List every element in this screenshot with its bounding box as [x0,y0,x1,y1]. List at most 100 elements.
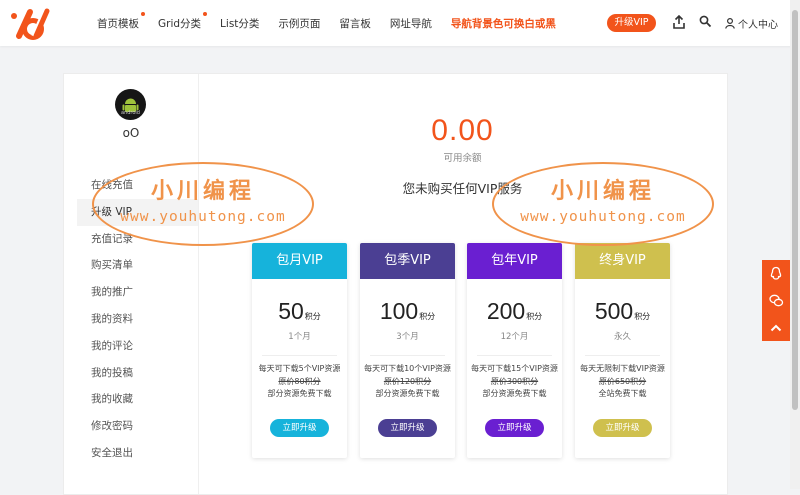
scrollbar-thumb[interactable] [792,10,798,410]
site-logo[interactable] [10,5,54,41]
sidebar-item-10[interactable]: 安全退出 [77,440,198,467]
sidebar-item-9[interactable]: 修改密码 [77,413,198,440]
plan-free-note: 部分资源免费下载 [267,389,332,398]
balance-amount: 0.00 [431,114,494,147]
plan-free-note: 全站免费下载 [598,389,647,398]
upgrade-now-button[interactable]: 立即升级 [485,419,544,437]
sidebar-item-7[interactable]: 我的投稿 [77,360,198,387]
plan-name: 包月VIP [252,243,347,279]
qq-contact-button[interactable] [762,260,790,287]
nav-item-label: 示例页面 [278,17,321,30]
back-to-top-button[interactable] [762,314,790,341]
plan-original-price: 原价650积分 [598,376,647,386]
plan-price-value: 100 [379,298,419,324]
floating-toolbar [762,260,790,341]
plan-original-price: 原价120积分 [383,376,432,386]
nav-item-1[interactable]: Grid分类 [158,11,208,31]
plan-download-limit: 每天可下载5个VIP资源 [258,364,341,373]
nav-item-label: Grid分类 [158,17,202,30]
nav-item-label: 首页模板 [97,17,139,30]
chevron-up-icon [770,324,782,331]
sidebar-item-3[interactable]: 购买清单 [77,252,198,279]
plan-name: 包年VIP [467,243,562,279]
user-center-card: android oO 在线充值 升级 VIP 充值记录 购买清单 我的推广 我的资料 我的评… [63,73,728,495]
qq-icon [770,266,782,280]
user-sidebar: android oO 在线充值 升级 VIP 充值记录 购买清单 我的推广 我的资料 我的评… [64,74,199,494]
main-nav: 首页模板 Grid分类 List分类 示例页面 留言板 网址导航 导航背景色可换白或黑 [97,0,575,46]
no-vip-notice: 您未购买任何VIP服务 [402,181,523,196]
sidebar-menu: 在线充值 升级 VIP 充值记录 购买清单 我的推广 我的资料 我的评论 我的投稿 我的收藏 修改… [77,172,198,467]
sidebar-item-1[interactable]: 升级 VIP [77,198,198,226]
plan-download-limit: 每天可下载10个VIP资源 [364,364,451,373]
wechat-contact-button[interactable] [762,287,790,314]
nav-item-label: 导航背景色可换白或黑 [450,17,556,30]
plan-free-note: 部分资源免费下载 [375,389,440,398]
plan-period: 永久 [613,332,631,342]
page-scrollbar[interactable] [790,0,800,489]
vip-plan-card: 包季VIP 100积分 3个月 每天可下载10个VIP资源 原价120积分 部分资源免费下… [360,243,455,458]
sidebar-item-5[interactable]: 我的资料 [77,306,198,333]
avatar[interactable]: android [115,89,146,120]
plan-name: 终身VIP [575,243,670,279]
upgrade-now-button[interactable]: 立即升级 [593,419,652,437]
sidebar-item-6[interactable]: 我的评论 [77,333,198,360]
plan-period: 3个月 [396,332,419,342]
plan-price-value: 200 [486,298,526,324]
nav-item-4[interactable]: 留言板 [339,16,371,31]
plan-price-unit: 积分 [526,312,543,321]
plan-price: 200积分 [467,298,562,325]
avatar-text: android [121,110,140,116]
plan-description: 每天可下载10个VIP资源 原价120积分 部分资源免费下载 [364,363,451,401]
search-icon[interactable] [699,15,712,28]
username: oO [122,126,140,140]
sidebar-item-8[interactable]: 我的收藏 [77,386,198,413]
nav-item-2[interactable]: List分类 [220,16,259,31]
nav-item-label: 网址导航 [389,17,432,30]
vip-plan-card: 终身VIP 500积分永久每天无限制下载VIP资源 原价650积分 全站免费下载立即升… [575,243,670,458]
plan-price-unit: 积分 [304,312,321,321]
sidebar-item-2[interactable]: 充值记录 [77,226,198,253]
plan-free-note: 部分资源免费下载 [482,389,547,398]
user-center-label: 个人中心 [738,20,778,31]
plan-description: 每天可下载5个VIP资源 原价80积分部分资源免费下载 [256,363,343,401]
plan-period: 12个月 [500,332,529,342]
plan-original-price: 原价80积分 [278,376,321,386]
sidebar-item-0[interactable]: 在线充值 [77,172,198,199]
plan-price: 50积分 [252,298,347,325]
plan-divider [370,355,445,356]
nav-item-0[interactable]: 首页模板 [97,11,145,31]
share-icon[interactable] [673,15,685,29]
nav-item-6[interactable]: 导航背景色可换白或黑 [451,16,556,31]
new-dot-badge [203,11,208,16]
nav-item-label: 留言板 [339,17,371,30]
balance-label: 可用余额 [443,153,482,164]
vip-plan-card: 包月VIP 50积分 1个月每天可下载5个VIP资源 原价80积分部分资源免费下载立即… [252,243,347,458]
upgrade-now-button[interactable]: 立即升级 [270,419,329,437]
nav-item-3[interactable]: 示例页面 [278,16,320,31]
nav-item-label: List分类 [220,17,260,30]
plan-name: 包季VIP [360,243,455,279]
plan-divider [585,355,660,356]
plan-divider [477,355,552,356]
plan-description: 每天无限制下载VIP资源 原价650积分 全站免费下载 [579,363,666,401]
plan-download-limit: 每天可下载15个VIP资源 [471,364,558,373]
plan-download-limit: 每天无限制下载VIP资源 [580,364,665,373]
user-icon [725,18,735,29]
nav-item-5[interactable]: 网址导航 [390,16,432,31]
user-center-link[interactable]: 个人中心 [725,16,778,31]
plan-price-value: 50 [278,298,304,324]
vip-plan-card: 包年VIP 200积分 12个月每天可下载15个VIP资源 原价300积分 部分资源免费… [467,243,562,458]
plan-original-price: 原价300积分 [490,376,539,386]
plan-price-unit: 积分 [634,312,651,321]
wechat-icon [768,294,783,306]
plan-period: 1个月 [288,332,311,342]
sidebar-item-4[interactable]: 我的推广 [77,279,198,306]
upgrade-vip-button[interactable]: 升级VIP [607,14,656,32]
top-header: 首页模板 Grid分类 List分类 示例页面 留言板 网址导航 导航背景色可换白或黑 升级… [0,0,800,46]
plan-price-value: 500 [594,298,634,324]
plan-divider [262,355,337,356]
plan-price: 500积分 [575,298,670,325]
plan-description: 每天可下载15个VIP资源 原价300积分 部分资源免费下载 [471,363,558,401]
upgrade-now-button[interactable]: 立即升级 [378,419,437,437]
new-dot-badge [141,11,145,16]
